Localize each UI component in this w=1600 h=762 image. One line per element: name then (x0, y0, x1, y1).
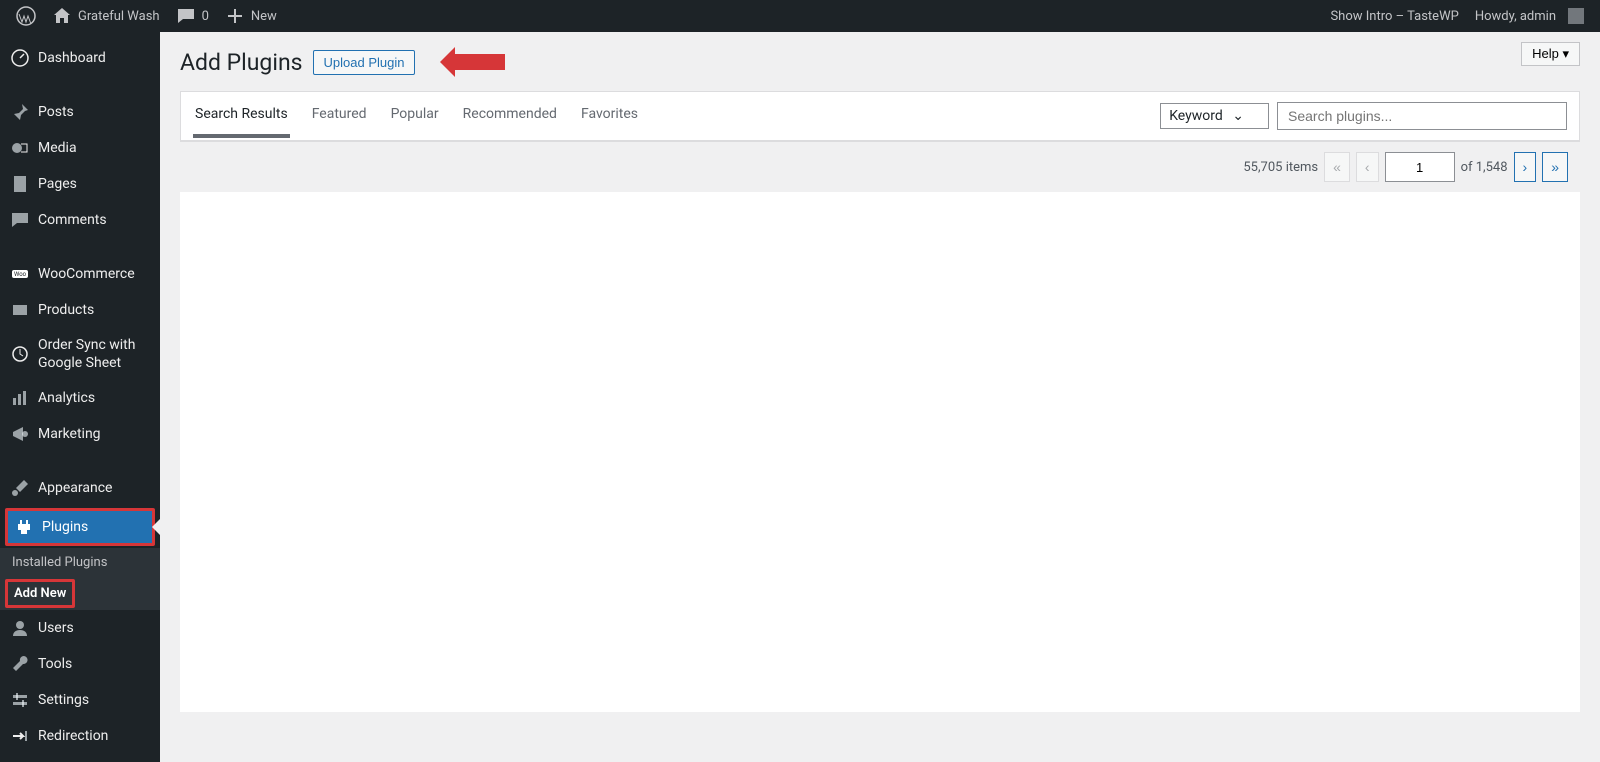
sidebar-item-media[interactable]: Media (0, 130, 160, 166)
search-type-select[interactable]: Keyword ⌄ (1160, 103, 1269, 129)
chevron-down-icon: ⌄ (1232, 108, 1244, 124)
site-name-text: Grateful Wash (78, 9, 160, 24)
page-prev-button[interactable]: ‹ (1356, 152, 1379, 182)
pagination: 55,705 items « ‹ of 1,548 › » (180, 142, 1580, 192)
page-first-button[interactable]: « (1324, 152, 1350, 182)
tab-featured[interactable]: Featured (310, 94, 369, 138)
highlight-arrow (425, 47, 505, 77)
wordpress-icon (16, 6, 36, 26)
sidebar-item-redirection[interactable]: Redirection (0, 718, 160, 754)
tab-popular[interactable]: Popular (389, 94, 441, 138)
comments-link[interactable]: 0 (168, 0, 217, 32)
plugin-icon (14, 517, 34, 537)
sidebar-sub-add-new[interactable]: Add New (8, 582, 72, 605)
sidebar-item-users[interactable]: Users (0, 610, 160, 646)
sidebar-item-settings[interactable]: Settings (0, 682, 160, 718)
show-intro-link[interactable]: Show Intro – TasteWP (1322, 0, 1466, 32)
media-icon (10, 138, 30, 158)
plus-icon (225, 6, 245, 26)
sidebar-item-tools[interactable]: Tools (0, 646, 160, 682)
dashboard-icon (10, 48, 30, 68)
howdy-text: Howdy, admin (1475, 9, 1556, 24)
main-content: Help ▾ Add Plugins Upload Plugin Search … (160, 32, 1600, 762)
pin-icon (10, 102, 30, 122)
total-items: 55,705 items (1243, 160, 1318, 175)
admin-sidebar: Dashboard Posts Media Pages Comments Woo… (0, 32, 160, 762)
wrench-icon (10, 654, 30, 674)
help-button[interactable]: Help ▾ (1521, 42, 1580, 66)
tab-recommended[interactable]: Recommended (461, 94, 559, 138)
sync-icon (10, 344, 30, 364)
filter-tabs: Search Results Featured Popular Recommen… (193, 94, 640, 138)
page-icon (10, 174, 30, 194)
redirect-icon (10, 726, 30, 746)
megaphone-icon (10, 424, 30, 444)
page-of-label: of 1,548 (1461, 160, 1508, 175)
plugins-list (180, 192, 1580, 712)
sidebar-item-woocommerce[interactable]: Woo WooCommerce (0, 256, 160, 292)
sidebar-sub-installed-plugins[interactable]: Installed Plugins (0, 548, 160, 577)
new-label: New (251, 9, 277, 24)
sidebar-item-comments[interactable]: Comments (0, 202, 160, 238)
settings-icon (10, 690, 30, 710)
howdy-link[interactable]: Howdy, admin (1467, 0, 1592, 32)
sidebar-item-posts[interactable]: Posts (0, 94, 160, 130)
home-icon (52, 6, 72, 26)
page-current-input[interactable] (1385, 152, 1455, 182)
page-next-button[interactable]: › (1514, 152, 1537, 182)
comment-icon (176, 6, 196, 26)
sidebar-item-analytics[interactable]: Analytics (0, 380, 160, 416)
comment-icon (10, 210, 30, 230)
analytics-icon (10, 388, 30, 408)
filter-panel: Search Results Featured Popular Recommen… (180, 91, 1580, 142)
tab-search-results[interactable]: Search Results (193, 94, 290, 138)
woo-icon: Woo (10, 264, 30, 284)
svg-text:Woo: Woo (14, 271, 27, 278)
new-link[interactable]: New (217, 0, 285, 32)
site-name-link[interactable]: Grateful Wash (44, 0, 168, 32)
user-icon (10, 618, 30, 638)
page-title: Add Plugins (180, 49, 303, 76)
avatar (1568, 8, 1584, 24)
sidebar-item-pages[interactable]: Pages (0, 166, 160, 202)
comment-count: 0 (202, 9, 209, 24)
brush-icon (10, 478, 30, 498)
sidebar-item-appearance[interactable]: Appearance (0, 470, 160, 506)
wp-logo[interactable] (8, 0, 44, 32)
sidebar-item-order-sync[interactable]: Order Sync with Google Sheet (0, 328, 160, 380)
products-icon (10, 300, 30, 320)
tab-favorites[interactable]: Favorites (579, 94, 640, 138)
search-plugins-input[interactable] (1277, 102, 1567, 130)
upload-plugin-button[interactable]: Upload Plugin (313, 50, 416, 75)
sidebar-item-marketing[interactable]: Marketing (0, 416, 160, 452)
sidebar-item-dashboard[interactable]: Dashboard (0, 40, 160, 76)
admin-topbar: Grateful Wash 0 New Show Intro – TasteWP… (0, 0, 1600, 32)
sidebar-item-products[interactable]: Products (0, 292, 160, 328)
sidebar-item-plugins[interactable]: Plugins (8, 511, 152, 543)
page-last-button[interactable]: » (1542, 152, 1568, 182)
